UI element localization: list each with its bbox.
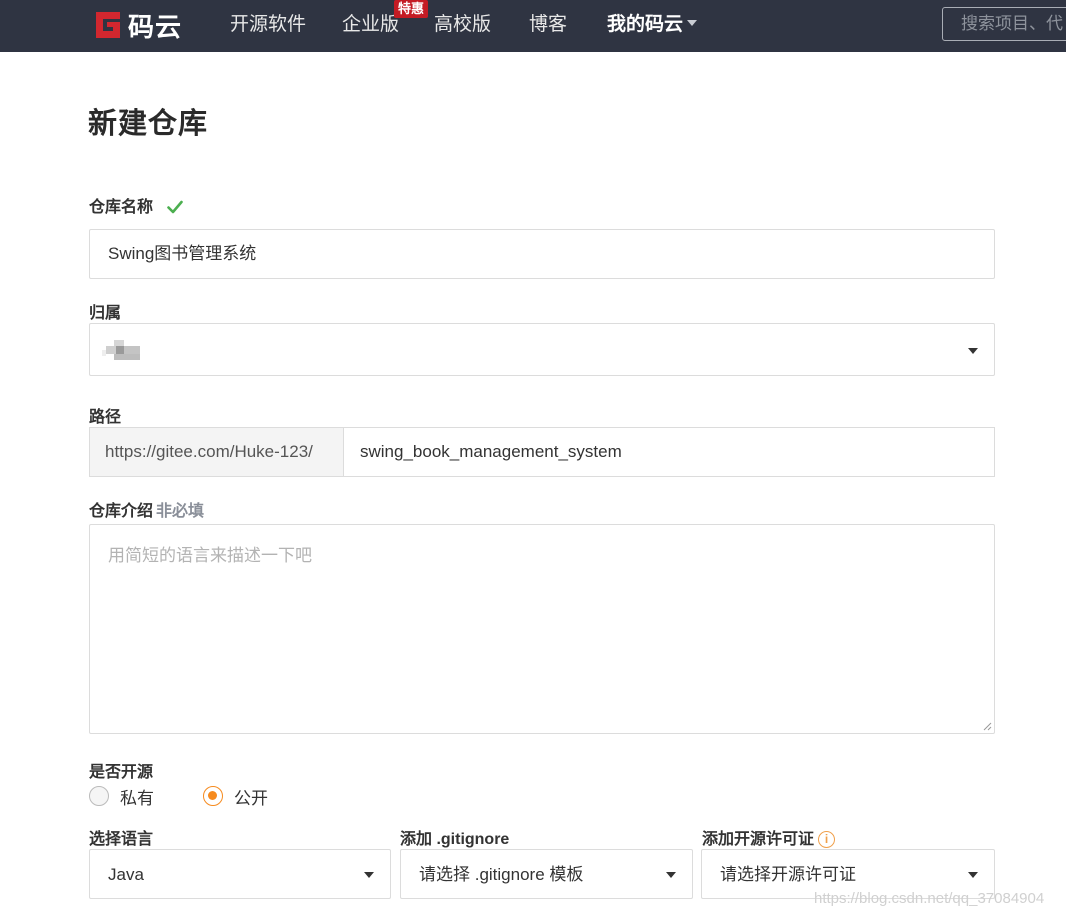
search-input[interactable]: 搜索项目、代 <box>942 7 1066 41</box>
nav-university[interactable]: 高校版 <box>434 0 491 52</box>
visibility-public-label: 公开 <box>234 788 268 808</box>
nav-my-gitee-label: 我的码云 <box>607 14 684 35</box>
nav-enterprise[interactable]: 企业版 <box>342 0 399 52</box>
check-icon <box>167 200 183 219</box>
radio-on-icon <box>203 786 223 806</box>
repo-name-label-text: 仓库名称 <box>89 199 154 216</box>
visibility-private-radio[interactable]: 私有 <box>89 784 154 808</box>
resize-handle-icon[interactable] <box>982 721 992 731</box>
radio-off-icon <box>89 786 109 806</box>
repo-name-value: Swing图书管理系统 <box>108 244 257 263</box>
language-value: Java <box>108 865 144 884</box>
path-label: 路径 <box>89 409 122 426</box>
license-label: 添加开源许可证 i <box>702 825 836 849</box>
language-select[interactable]: Java <box>89 849 391 899</box>
owner-select[interactable] <box>89 323 995 376</box>
gitignore-select[interactable]: 请选择 .gitignore 模板 <box>400 849 693 899</box>
open-source-label: 是否开源 <box>89 764 154 781</box>
path-prefix: https://gitee.com/Huke-123/ <box>89 427 343 477</box>
desc-textarea[interactable]: 用简短的语言来描述一下吧 <box>89 524 995 734</box>
language-label: 选择语言 <box>89 831 154 848</box>
gitee-logo[interactable]: 码云 <box>92 8 182 42</box>
watermark: https://blog.csdn.net/qq_37084904 <box>814 890 1045 907</box>
path-input[interactable]: swing_book_management_system <box>343 427 995 477</box>
desc-label: 仓库介绍 非必填 <box>89 497 204 521</box>
repo-name-label: 仓库名称 <box>89 193 183 219</box>
repo-name-input[interactable]: Swing图书管理系统 <box>89 229 995 279</box>
nav-blog[interactable]: 博客 <box>529 0 567 52</box>
desc-label-text: 仓库介绍 <box>89 503 154 520</box>
caret-down-icon <box>968 347 978 354</box>
gitignore-label: 添加 .gitignore <box>400 831 510 848</box>
visibility-private-label: 私有 <box>120 788 154 808</box>
top-navbar: 码云 开源软件 企业版 特惠 高校版 博客 我的码云 搜索项目、代 <box>0 0 1066 52</box>
caret-down-icon <box>364 872 374 878</box>
visibility-public-radio[interactable]: 公开 <box>203 784 268 808</box>
promo-badge: 特惠 <box>394 0 429 18</box>
gitignore-placeholder: 请选择 .gitignore 模板 <box>419 865 584 884</box>
logo-text: 码云 <box>128 11 183 42</box>
desc-optional-text: 非必填 <box>156 503 205 520</box>
nav-open-source[interactable]: 开源软件 <box>230 0 306 52</box>
page-title: 新建仓库 <box>88 108 209 140</box>
license-label-text: 添加开源许可证 <box>702 831 815 848</box>
logo-g-icon <box>92 10 124 40</box>
info-icon[interactable]: i <box>818 831 836 848</box>
owner-avatar-blurred <box>100 340 140 360</box>
nav-my-gitee[interactable]: 我的码云 <box>607 0 698 52</box>
owner-label: 归属 <box>89 305 122 322</box>
caret-down-icon <box>968 872 978 878</box>
desc-placeholder: 用简短的语言来描述一下吧 <box>108 546 312 565</box>
chevron-down-icon <box>687 20 698 27</box>
caret-down-icon <box>666 872 676 878</box>
